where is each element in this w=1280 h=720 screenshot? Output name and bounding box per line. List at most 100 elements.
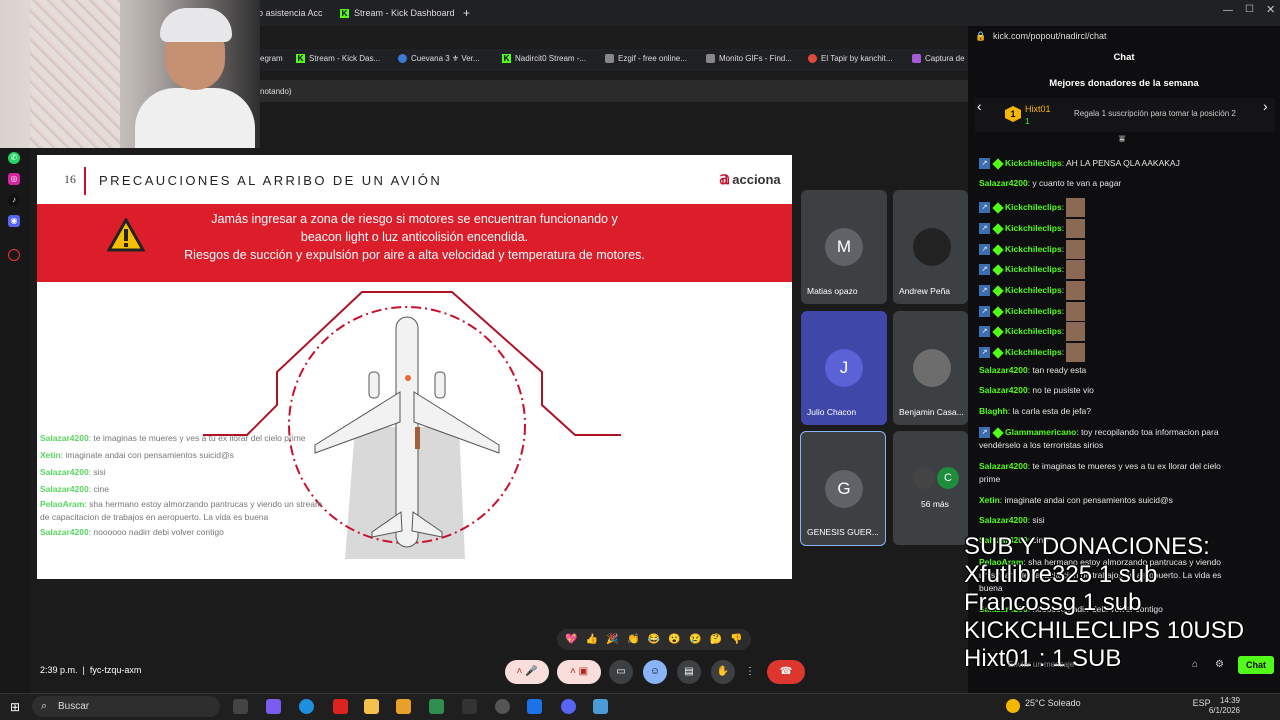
tab-kick-dashboard[interactable]: K Stream - Kick Dashboard: [340, 4, 455, 22]
bookmark-monito-gifs[interactable]: Monito GIFs - Find...: [706, 54, 792, 63]
reaction-heart[interactable]: 💖: [565, 634, 577, 645]
filter-icon[interactable]: ⩸: [1119, 134, 1125, 145]
chat-username[interactable]: Salazar4200: [979, 515, 1028, 525]
bookmark-cuevana[interactable]: Cuevana 3 ⚜ Ver...: [398, 54, 480, 63]
chat-message: ↗ Kickchileclips:: [979, 322, 1231, 341]
maximize-icon[interactable]: ☐: [1245, 4, 1254, 15]
store-icon[interactable]: ⌂: [1192, 659, 1198, 670]
chat-header: Chat: [1113, 52, 1135, 63]
app-icon[interactable]: [462, 699, 477, 714]
chat-username[interactable]: Kickchileclips: [1005, 285, 1062, 295]
copilot-icon[interactable]: [266, 699, 281, 714]
chat-username[interactable]: Kickchileclips: [1005, 244, 1062, 254]
badge-icon: ↗: [979, 347, 990, 358]
reaction-thumbs-up[interactable]: 👍: [586, 634, 598, 645]
taskbar-search[interactable]: ⌕ Buscar: [32, 696, 220, 717]
microphone-off-button[interactable]: ˄ 🎤: [505, 660, 549, 684]
bookmark-telegram[interactable]: egram: [260, 54, 283, 63]
opera-icon[interactable]: [333, 699, 348, 714]
cuevana-icon: [398, 54, 407, 63]
chat-input[interactable]: Enviar un mensaje: [1008, 660, 1074, 669]
emote-image: [1066, 219, 1086, 238]
participant-tile[interactable]: Andrew Peña: [893, 190, 968, 304]
participant-tile-active[interactable]: G GENESIS GUER...: [800, 431, 886, 546]
bookmark-ezgif[interactable]: Ezgif - free online...: [605, 54, 687, 63]
app-icon[interactable]: [396, 699, 411, 714]
chat-send-button[interactable]: Chat: [1238, 656, 1274, 674]
chat-username[interactable]: Salazar4200: [979, 461, 1028, 471]
chat-username[interactable]: Kickchileclips: [1005, 202, 1062, 212]
chat-username[interactable]: Glammamericano: [1005, 427, 1076, 437]
chat-username[interactable]: Xetin: [979, 495, 1000, 505]
reaction-clap[interactable]: 👏: [627, 634, 639, 645]
chat-username[interactable]: Kickchileclips: [1005, 326, 1062, 336]
minimize-icon[interactable]: —: [1223, 5, 1233, 16]
chevron-left-icon[interactable]: ‹: [977, 98, 982, 114]
new-tab-button[interactable]: +: [463, 4, 470, 22]
instagram-icon[interactable]: ◎: [8, 173, 20, 185]
participant-tile[interactable]: M Matias opazo: [801, 190, 887, 304]
chat-username[interactable]: Salazar4200: [979, 178, 1028, 188]
whatsapp-icon[interactable]: ✆: [8, 152, 20, 164]
taskbar-clock[interactable]: 14:39 6/1/2026: [1200, 696, 1240, 716]
bookmark-nadircit0[interactable]: K Nadircit0 Stream -...: [502, 54, 586, 63]
bookmark-el-tapir[interactable]: El Tapir by kanchit...: [808, 54, 892, 63]
discord-icon[interactable]: ◉: [8, 215, 20, 227]
reaction-thinking[interactable]: 🤔: [710, 634, 722, 645]
obs-icon[interactable]: [495, 699, 510, 714]
chat-username[interactable]: Blaghh: [979, 406, 1008, 416]
windows-start-icon[interactable]: ⊞: [10, 700, 20, 714]
camera-off-button[interactable]: ˄ ▣: [557, 660, 601, 684]
chevron-right-icon[interactable]: ›: [1263, 98, 1268, 114]
bookmark-kick-dashboard[interactable]: K Stream - Kick Das...: [296, 54, 380, 63]
discord-app-icon[interactable]: [561, 699, 576, 714]
reaction-thumbs-down[interactable]: 👎: [730, 634, 742, 645]
reaction-sad[interactable]: 😢: [689, 634, 701, 645]
avatar: M: [825, 228, 863, 266]
raise-hand-button[interactable]: ✋: [711, 660, 735, 684]
chat-username[interactable]: Kickchileclips: [1005, 223, 1062, 233]
chat-username[interactable]: Salazar4200: [979, 365, 1028, 375]
badge-icon: ↗: [979, 202, 990, 213]
subscriber-gem-icon: [992, 243, 1004, 256]
weather-text[interactable]: 25°C Soleado: [1025, 698, 1081, 708]
search-icon: ⌕: [41, 700, 48, 712]
file-explorer-icon[interactable]: [364, 699, 379, 714]
app-icon[interactable]: [429, 699, 444, 714]
reaction-party[interactable]: 🎉: [606, 634, 618, 645]
edge-icon[interactable]: [299, 699, 314, 714]
captions-button[interactable]: ▤: [677, 660, 701, 684]
reaction-surprised[interactable]: 😮: [668, 634, 680, 645]
chat-username[interactable]: Kickchileclips: [1005, 158, 1062, 168]
bookmark-captura[interactable]: Captura de: [912, 54, 965, 63]
chat-username[interactable]: Kickchileclips: [1005, 347, 1062, 357]
participant-tile[interactable]: J Julio Chacon: [801, 311, 887, 425]
present-screen-button[interactable]: ▭: [609, 660, 633, 684]
aircraft-right-engine: [434, 371, 446, 399]
chat-username[interactable]: Salazar4200: [979, 385, 1028, 395]
close-icon[interactable]: ✕: [1266, 3, 1275, 16]
chat-text: :: [1061, 222, 1065, 233]
participant-tile[interactable]: Benjamin Casa...: [893, 311, 968, 425]
kick-icon: K: [502, 54, 511, 63]
chat-username[interactable]: Kickchileclips: [1005, 264, 1062, 274]
gear-icon[interactable]: ⚙: [1215, 659, 1224, 670]
kick-icon: K: [296, 54, 305, 63]
store-app-icon[interactable]: [527, 699, 542, 714]
badge-icon: ↗: [979, 244, 990, 255]
more-options-icon[interactable]: ⋮: [743, 660, 757, 684]
tab-asistencia[interactable]: o asistencia Acc: [258, 4, 323, 22]
warning-banner: Jamás ingresar a zona de riesgo si motor…: [37, 204, 792, 282]
tiktok-icon[interactable]: ♪: [8, 194, 20, 206]
chat-message: Salazar4200: no te pusiste vio: [979, 384, 1231, 397]
record-icon[interactable]: [8, 249, 20, 261]
emote-image: [1066, 343, 1086, 362]
gift-sub-prompt[interactable]: Regala 1 suscripción para tomar la posic…: [1074, 109, 1236, 118]
task-view-icon[interactable]: [233, 699, 248, 714]
emoji-button[interactable]: ☺: [643, 660, 667, 684]
leave-call-button[interactable]: ☎: [767, 660, 805, 684]
more-participants-tile[interactable]: C 56 más: [893, 431, 968, 545]
app-icon[interactable]: [593, 699, 608, 714]
chat-username[interactable]: Kickchileclips: [1005, 306, 1062, 316]
reaction-laugh[interactable]: 😂: [648, 634, 660, 645]
